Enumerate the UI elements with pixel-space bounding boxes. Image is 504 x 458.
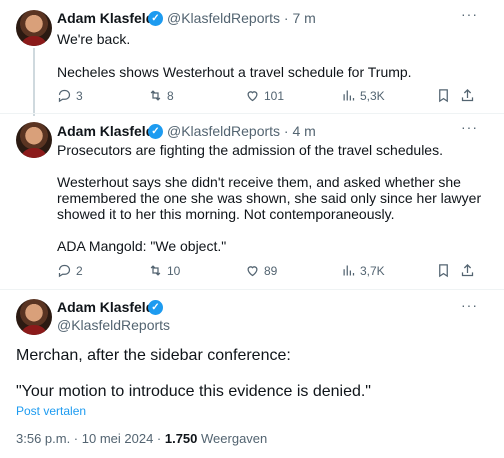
repost-icon bbox=[150, 90, 161, 101]
share-button[interactable] bbox=[460, 88, 475, 103]
like-icon bbox=[247, 266, 258, 277]
bookmark-button[interactable] bbox=[436, 88, 451, 103]
reply-button[interactable]: 3 bbox=[57, 88, 83, 103]
tweet-timestamp[interactable]: 3:56 p.m. · 10 mei 2024 · 1.750 Weergave… bbox=[16, 431, 267, 446]
like-button[interactable]: 89 bbox=[245, 263, 277, 278]
author-name[interactable]: Adam Klasfeld bbox=[57, 123, 154, 139]
verified-badge-icon: ✓ bbox=[148, 11, 163, 26]
more-icon[interactable]: ··· bbox=[461, 6, 478, 22]
reply-icon bbox=[58, 89, 71, 103]
share-icon bbox=[461, 263, 474, 277]
verified-badge-icon: ✓ bbox=[148, 300, 163, 315]
bookmark-icon bbox=[439, 89, 448, 103]
tweet-text-line: Necheles shows Westerhout a travel sched… bbox=[57, 64, 412, 80]
author-handle[interactable]: @KlasfeldReports bbox=[57, 317, 170, 333]
reply-count: 2 bbox=[76, 263, 83, 278]
author-name[interactable]: Adam Klasfeld bbox=[57, 299, 154, 315]
reply-icon bbox=[58, 264, 71, 278]
views-count: 3,7K bbox=[360, 263, 385, 278]
reply-count: 3 bbox=[76, 88, 83, 103]
bookmark-button[interactable] bbox=[436, 263, 451, 278]
views-count: 5,3K bbox=[360, 88, 385, 103]
share-icon bbox=[461, 88, 474, 102]
author-handle[interactable]: @KlasfeldReports · 4 m bbox=[167, 123, 316, 139]
tweet-text-line: showed it to her this morning. Not conte… bbox=[57, 206, 395, 222]
tweet-text-line: Merchan, after the sidebar conference: bbox=[16, 347, 291, 364]
repost-count: 8 bbox=[167, 88, 174, 103]
repost-count: 10 bbox=[167, 263, 181, 278]
like-button[interactable]: 101 bbox=[245, 88, 284, 103]
more-icon[interactable]: ··· bbox=[461, 119, 478, 135]
tweet-text-line: "Your motion to introduce this evidence … bbox=[16, 383, 371, 400]
like-count: 101 bbox=[264, 88, 285, 103]
verified-badge-icon: ✓ bbox=[148, 124, 163, 139]
repost-button[interactable]: 10 bbox=[148, 263, 180, 278]
views-icon bbox=[343, 265, 355, 276]
avatar[interactable] bbox=[16, 122, 52, 158]
bookmark-icon bbox=[439, 264, 448, 278]
tweet-text-line: We're back. bbox=[57, 31, 131, 47]
views-button[interactable]: 5,3K bbox=[341, 88, 385, 103]
repost-icon bbox=[150, 265, 161, 276]
author-handle[interactable]: @KlasfeldReports · 7 m bbox=[167, 10, 316, 26]
thread-line bbox=[33, 48, 35, 116]
avatar[interactable] bbox=[16, 299, 52, 335]
avatar[interactable] bbox=[16, 10, 52, 46]
views-label: Weergaven bbox=[197, 431, 268, 446]
views-button[interactable]: 3,7K bbox=[341, 263, 385, 278]
repost-button[interactable]: 8 bbox=[148, 88, 174, 103]
tweet-text-line: Prosecutors are fighting the admission o… bbox=[57, 142, 443, 158]
share-button[interactable] bbox=[460, 263, 475, 278]
author-name[interactable]: Adam Klasfeld bbox=[57, 10, 154, 26]
views-total: 1.750 bbox=[164, 431, 198, 446]
divider bbox=[0, 113, 504, 114]
more-icon[interactable]: ··· bbox=[461, 297, 478, 313]
tweet-text-line: ADA Mangold: "We object." bbox=[57, 238, 227, 254]
reply-button[interactable]: 2 bbox=[57, 263, 83, 278]
views-icon bbox=[343, 90, 355, 101]
timestamp-text: 3:56 p.m. · 10 mei 2024 · bbox=[16, 431, 165, 446]
divider bbox=[0, 289, 504, 290]
like-icon bbox=[247, 91, 258, 102]
like-count: 89 bbox=[264, 263, 278, 278]
translate-link[interactable]: Post vertalen bbox=[16, 404, 86, 418]
